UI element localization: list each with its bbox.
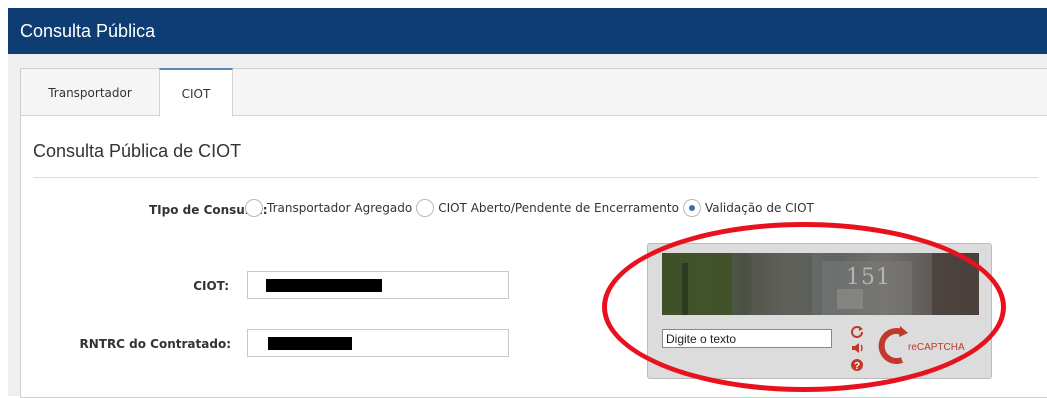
- radio-option-ciot-aberto[interactable]: CIOT Aberto/Pendente de Encerramento: [416, 199, 679, 217]
- tipo-consulta-radio-group: Transportador Agregado CIOT Aberto/Pende…: [245, 199, 818, 217]
- section-divider: [33, 177, 1038, 178]
- recaptcha-widget: 151 Digite o texto ? reCAPTCHA: [647, 243, 992, 379]
- help-icon[interactable]: ?: [850, 358, 864, 372]
- captcha-photo-texture: [662, 253, 979, 315]
- captcha-input[interactable]: Digite o texto: [662, 329, 832, 348]
- tab-bar: Transportador CIOT: [21, 68, 1047, 117]
- section-title: Consulta Pública de CIOT: [33, 141, 242, 161]
- redaction-bar: [268, 337, 352, 350]
- radio-label: Validação de CIOT: [704, 201, 814, 215]
- recaptcha-logo-text: reCAPTCHA: [908, 342, 965, 353]
- redaction-bar: [266, 279, 382, 292]
- tab-transportador[interactable]: Transportador: [21, 69, 159, 115]
- tab-ciot[interactable]: CIOT: [159, 68, 233, 117]
- radio-button[interactable]: [245, 199, 263, 217]
- ciot-input[interactable]: [247, 271, 509, 299]
- captcha-controls: ?: [850, 324, 868, 375]
- rntrc-input[interactable]: [247, 329, 509, 357]
- refresh-icon[interactable]: [850, 324, 864, 338]
- captcha-text: 151: [846, 265, 891, 290]
- ciot-label: CIOT:: [193, 279, 229, 293]
- radio-button[interactable]: [416, 199, 435, 217]
- radio-option-transportador-agregado[interactable]: Transportador Agregado: [245, 199, 412, 217]
- page-header-title: Consulta Pública: [20, 21, 156, 41]
- radio-button-checked[interactable]: [682, 199, 701, 217]
- audio-icon[interactable]: [850, 341, 864, 355]
- radio-label: Transportador Agregado: [267, 201, 413, 215]
- page-header: Consulta Pública: [8, 8, 1047, 54]
- radio-label: CIOT Aberto/Pendente de Encerramento: [438, 201, 679, 215]
- captcha-image: 151: [662, 253, 979, 315]
- rntrc-label: RNTRC do Contratado:: [79, 337, 231, 351]
- svg-text:?: ?: [854, 361, 860, 372]
- recaptcha-logo: reCAPTCHA: [878, 326, 965, 364]
- radio-option-validacao-ciot[interactable]: Validação de CIOT: [682, 199, 814, 217]
